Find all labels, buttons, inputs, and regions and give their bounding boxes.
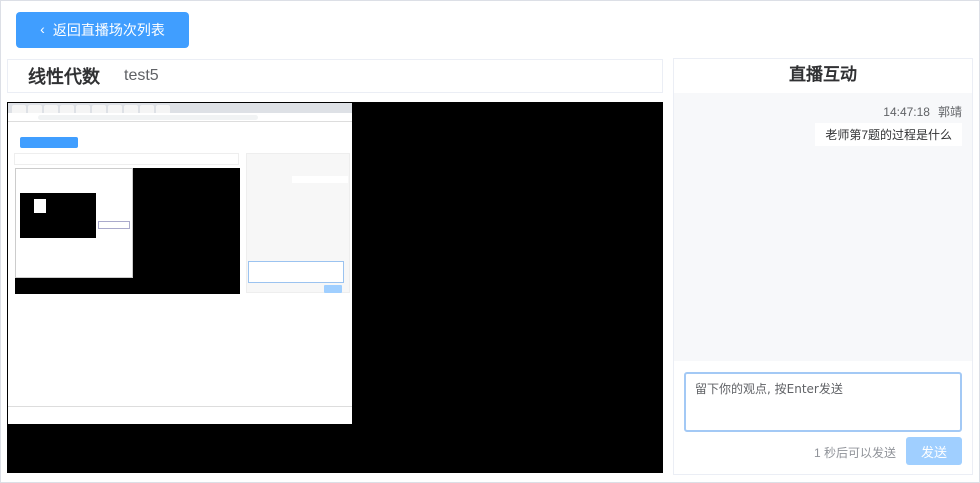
message-meta: 14:47:18 郭靖 — [883, 103, 962, 120]
message-bubble: 老师第7题的过程是什么 — [815, 123, 962, 146]
message-time: 14:47:18 — [883, 105, 930, 119]
message-author: 郭靖 — [937, 105, 962, 119]
session-name: test5 — [124, 67, 159, 84]
shared-screen-content — [8, 103, 352, 424]
back-button-label: 返回直播场次列表 — [52, 22, 165, 38]
send-button[interactable]: 发送 — [906, 437, 962, 465]
course-title-bar: 线性代数 test5 — [7, 59, 663, 93]
course-name: 线性代数 — [28, 67, 100, 87]
chat-input[interactable] — [684, 372, 962, 432]
live-video-player[interactable] — [7, 102, 663, 473]
live-interaction-panel: 直播互动 14:47:18 郭靖 老师第7题的过程是什么 1 秒后可以发送 发送 — [673, 58, 973, 475]
back-to-session-list-button[interactable]: ‹ 返回直播场次列表 — [16, 12, 189, 48]
panel-title: 直播互动 — [789, 65, 857, 84]
chat-message-list[interactable]: 14:47:18 郭靖 老师第7题的过程是什么 — [674, 93, 972, 361]
chevron-left-icon: ‹ — [40, 21, 45, 37]
send-cooldown-text: 1 秒后可以发送 — [814, 446, 897, 460]
